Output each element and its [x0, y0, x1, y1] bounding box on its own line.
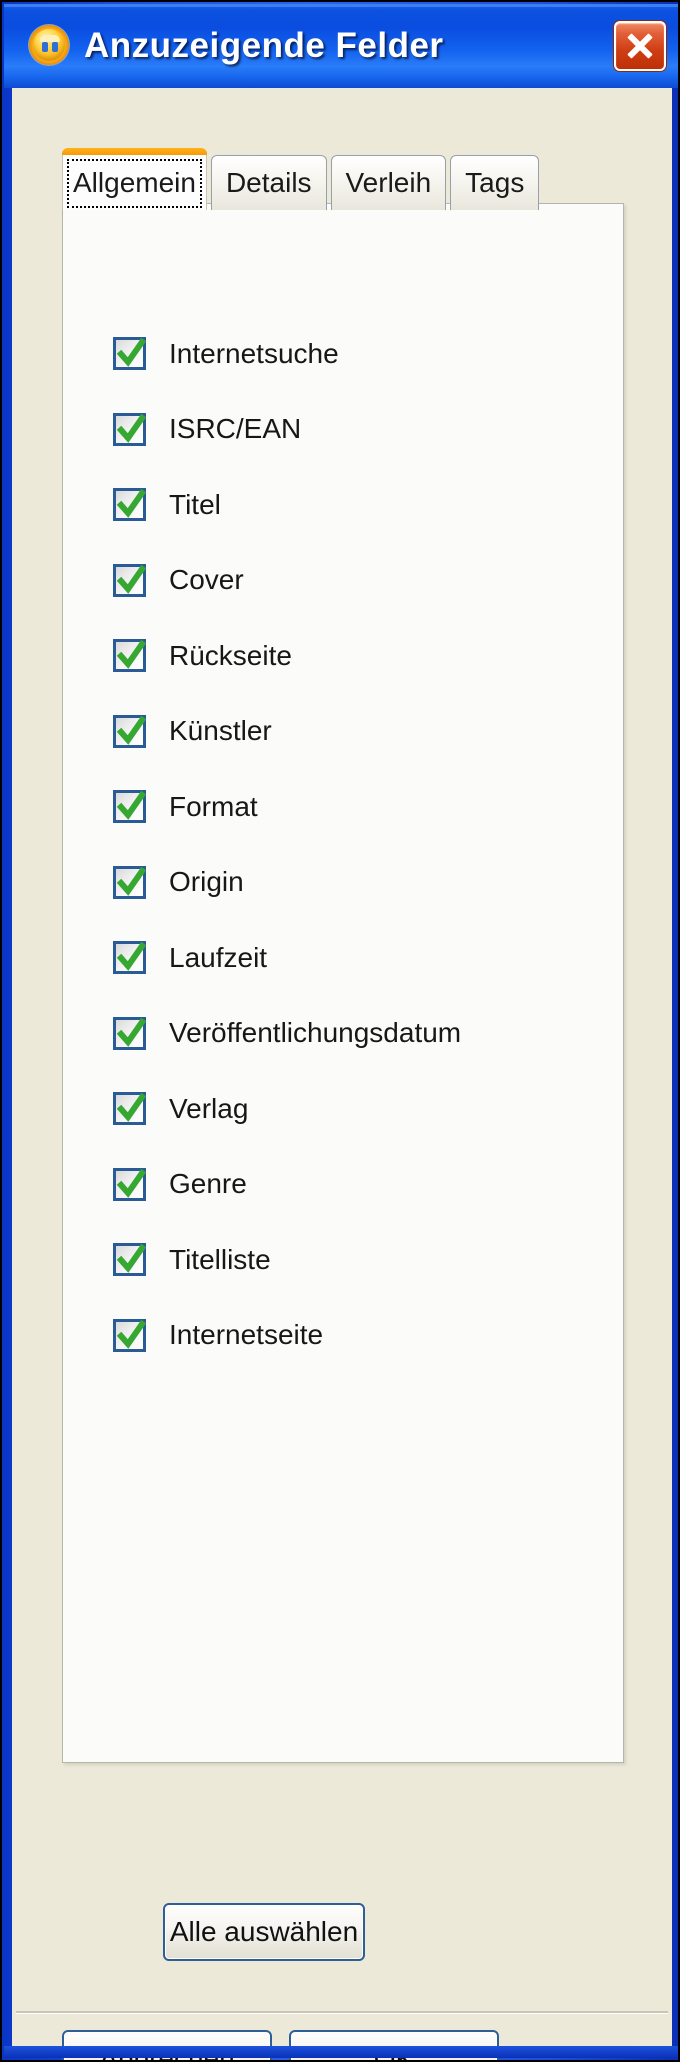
list-item[interactable]: Titel	[113, 467, 613, 543]
list-item[interactable]: Internetsuche	[113, 316, 613, 392]
dialog-window: Anzuzeigende Felder Allgemein Details Ve…	[0, 0, 680, 2062]
select-all-button[interactable]: Alle auswählen	[163, 1903, 365, 1961]
list-item-label: Origin	[169, 866, 244, 898]
list-item-label: Internetseite	[169, 1319, 324, 1351]
list-item-label: ISRC/EAN	[169, 413, 302, 445]
checkbox-checked-icon[interactable]	[113, 1016, 147, 1050]
list-item-label: Künstler	[169, 715, 272, 747]
list-item[interactable]: Format	[113, 769, 613, 845]
checkbox-checked-icon[interactable]	[113, 790, 147, 824]
checkbox-checked-icon[interactable]	[113, 941, 147, 975]
list-item[interactable]: Veröffentlichungsdatum	[113, 996, 613, 1072]
list-item[interactable]: Internetseite	[113, 1298, 613, 1374]
smiley-face-icon	[28, 24, 70, 66]
checkbox-checked-icon[interactable]	[113, 1167, 147, 1201]
list-item-label: Veröffentlichungsdatum	[169, 1017, 462, 1049]
list-item-label: Genre	[169, 1168, 247, 1200]
checkbox-checked-icon[interactable]	[113, 865, 147, 899]
tab-label: Allgemein	[73, 166, 196, 198]
checkbox-checked-icon[interactable]	[113, 714, 147, 748]
tab-panel-allgemein: Internetsuche ISRC/EAN Titel Cover Rücks…	[62, 203, 624, 1763]
tab-allgemein[interactable]: Allgemein	[62, 148, 207, 210]
tab-tags[interactable]: Tags	[450, 155, 540, 210]
select-all-button-label: Alle auswählen	[169, 1916, 359, 1947]
list-item[interactable]: Rückseite	[113, 618, 613, 694]
close-icon[interactable]	[614, 21, 666, 71]
list-item[interactable]: Origin	[113, 845, 613, 921]
dialog-client-area: Allgemein Details Verleih Tags Internets…	[12, 88, 672, 2060]
window-bottom-border	[4, 2046, 678, 2058]
list-item-label: Laufzeit	[169, 941, 268, 973]
list-item[interactable]: Laufzeit	[113, 920, 613, 996]
checkbox-checked-icon[interactable]	[113, 337, 147, 371]
checkbox-checked-icon[interactable]	[113, 1092, 147, 1126]
tab-label: Details	[225, 167, 312, 198]
list-item-label: Format	[169, 790, 258, 822]
list-item[interactable]: Künstler	[113, 694, 613, 770]
list-item-label: Rückseite	[169, 639, 292, 671]
list-item[interactable]: Verlag	[113, 1071, 613, 1147]
list-item-label: Internetsuche	[169, 337, 339, 369]
field-checkbox-list: Internetsuche ISRC/EAN Titel Cover Rücks…	[113, 316, 613, 1373]
footer-separator	[16, 2011, 668, 2014]
tab-label: Tags	[465, 167, 525, 198]
tab-verleih[interactable]: Verleih	[330, 155, 447, 210]
checkbox-checked-icon[interactable]	[113, 1318, 147, 1352]
checkbox-checked-icon[interactable]	[113, 1243, 147, 1277]
tab-strip: Allgemein Details Verleih Tags	[62, 148, 543, 210]
checkbox-checked-icon[interactable]	[113, 639, 147, 673]
list-item-label: Titel	[169, 488, 221, 520]
list-item[interactable]: ISRC/EAN	[113, 392, 613, 468]
title-bar[interactable]: Anzuzeigende Felder	[4, 4, 678, 88]
checkbox-checked-icon[interactable]	[113, 563, 147, 597]
checkbox-checked-icon[interactable]	[113, 488, 147, 522]
list-item[interactable]: Cover	[113, 543, 613, 619]
list-item-label: Verlag	[169, 1092, 249, 1124]
checkbox-checked-icon[interactable]	[113, 412, 147, 446]
list-item-label: Titelliste	[169, 1243, 271, 1275]
list-item[interactable]: Titelliste	[113, 1222, 613, 1298]
tab-label: Verleih	[345, 167, 432, 198]
list-item[interactable]: Genre	[113, 1147, 613, 1223]
tab-details[interactable]: Details	[210, 155, 327, 210]
window-title: Anzuzeigende Felder	[84, 26, 444, 65]
list-item-label: Cover	[169, 564, 244, 596]
